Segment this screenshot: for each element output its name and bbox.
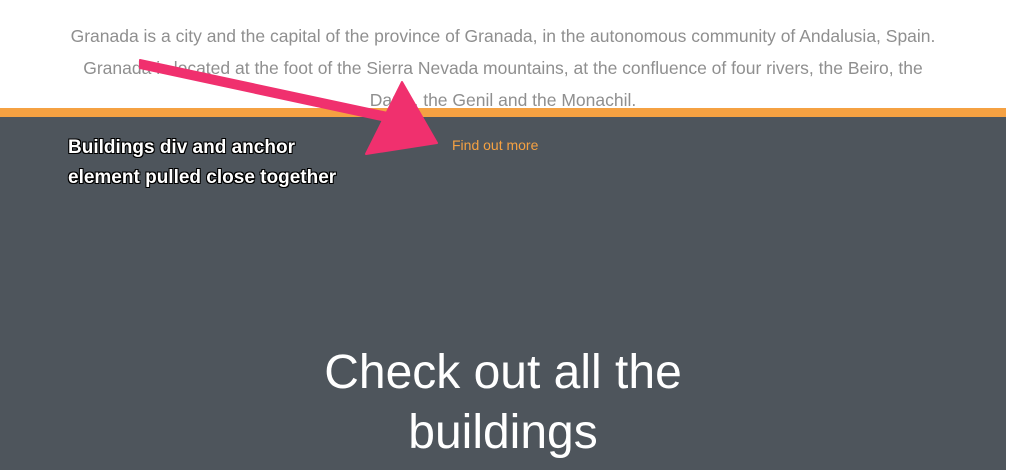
intro-line: Granada is located at the foot of the Si… [83,58,923,78]
right-gutter [1006,0,1023,470]
heading-line: buildings [408,406,598,459]
annotation-line: element pulled close together [68,167,337,188]
heading-line: Check out all the [324,346,682,399]
intro-line: Granada is a city and the capital of the… [70,26,936,46]
intro-paragraph: Granada is a city and the capital of the… [0,20,1006,116]
annotation-label: Buildings div and anchor element pulled … [68,133,336,193]
accent-divider [0,108,1006,117]
page: Granada is a city and the capital of the… [0,0,1023,470]
buildings-heading: Check out all the buildings [0,343,1006,463]
find-out-more-link[interactable]: Find out more [452,137,538,153]
annotation-line: Buildings div and anchor [68,137,295,158]
